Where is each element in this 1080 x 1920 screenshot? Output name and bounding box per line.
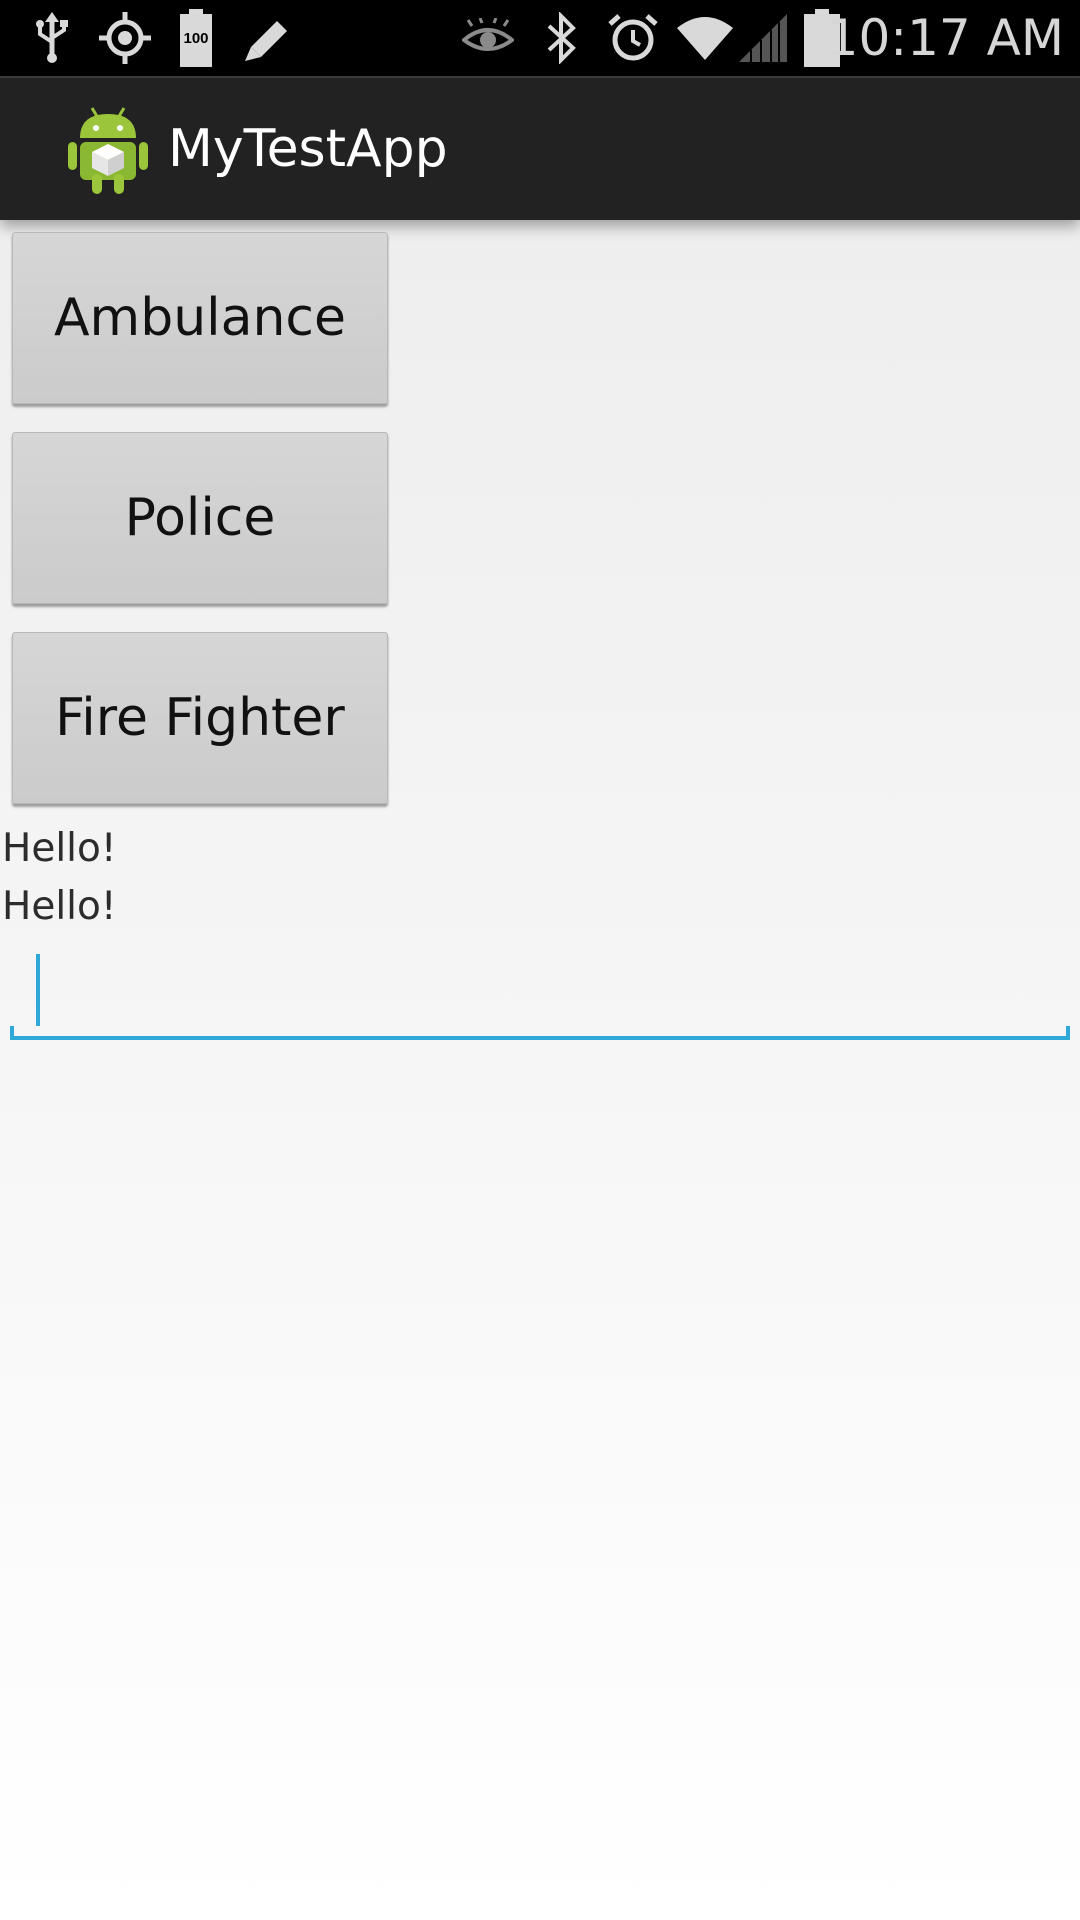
- eye-icon: [462, 10, 514, 66]
- gps-icon: [98, 10, 152, 66]
- battery-level-label: 100: [183, 30, 209, 47]
- police-button[interactable]: Police: [12, 432, 388, 604]
- message-text-1: Hello!: [2, 826, 117, 871]
- alarm-icon: [606, 10, 660, 66]
- text-input-field[interactable]: [10, 950, 1070, 1040]
- status-bar: 100 10:17 AM: [0, 0, 1080, 76]
- android-app-icon[interactable]: [66, 104, 150, 196]
- text-cursor: [36, 954, 40, 1026]
- fire-fighter-button[interactable]: Fire Fighter: [12, 632, 388, 804]
- ambulance-button[interactable]: Ambulance: [12, 232, 388, 404]
- status-time: 10:17 AM: [826, 9, 1064, 67]
- message-text-2: Hello!: [2, 884, 117, 929]
- wifi-icon: [676, 10, 734, 66]
- input-underline: [10, 1036, 1070, 1040]
- action-bar: MyTestApp: [0, 76, 1080, 220]
- usb-icon: [26, 10, 78, 66]
- edit-icon: [240, 10, 296, 66]
- app-title: MyTestApp: [168, 119, 448, 179]
- signal-icon: [738, 10, 788, 66]
- input-underline-left-tick: [10, 1026, 14, 1040]
- input-underline-right-tick: [1066, 1026, 1070, 1040]
- bluetooth-icon: [540, 10, 584, 66]
